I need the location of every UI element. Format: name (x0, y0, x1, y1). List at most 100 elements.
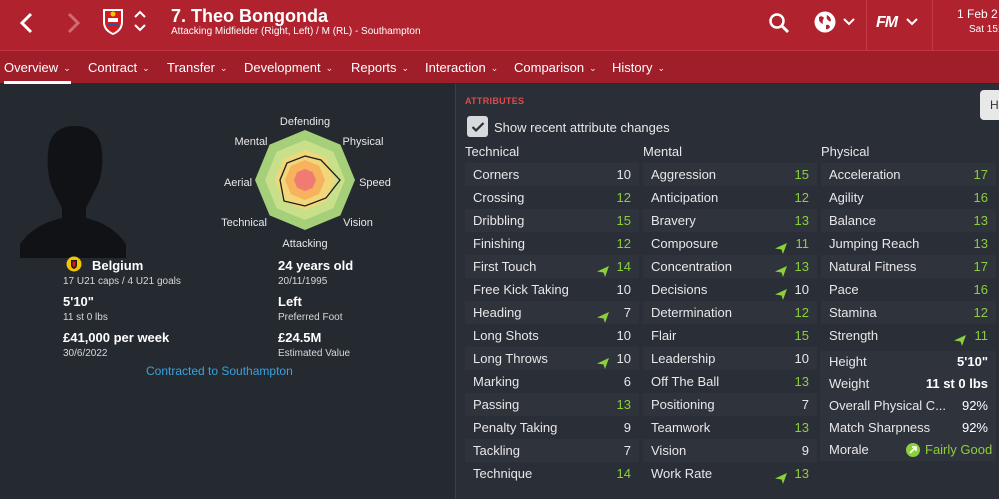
info-row-weight: Weight 11 st 0 lbs (820, 373, 996, 395)
fm-logo[interactable]: FM (876, 14, 898, 32)
nationality[interactable]: Belgium (92, 258, 143, 273)
attribute-row[interactable]: Tackling 7 (465, 439, 639, 462)
attribute-row[interactable]: Penalty Taking 9 (465, 416, 639, 439)
attribute-value: 16 (973, 190, 988, 205)
attribute-row[interactable]: Bravery 13 (643, 209, 817, 232)
attribute-row[interactable]: First Touch 14 (465, 255, 639, 278)
attribute-row[interactable]: Natural Fitness 17 (821, 255, 996, 278)
show-changes-checkbox[interactable] (467, 116, 488, 137)
attribute-name: Heading (473, 305, 522, 320)
tab-comparison[interactable]: Comparison ⌄ (514, 51, 597, 84)
attribute-name: Balance (829, 213, 876, 228)
radar-label-mental: Mental (234, 136, 268, 148)
attribute-value: 12 (616, 190, 631, 205)
attribute-row[interactable]: Strength 11 (821, 324, 996, 347)
attribute-value: 13 (973, 236, 988, 251)
chevron-down-icon[interactable] (133, 22, 147, 34)
attribute-name: Flair (651, 328, 677, 343)
attribute-name: Marking (473, 374, 520, 389)
attribute-row[interactable]: Flair 15 (643, 324, 817, 347)
forward-arrow-icon[interactable] (62, 11, 86, 35)
tab-transfer[interactable]: Transfer ⌄ (167, 51, 227, 84)
attribute-row[interactable]: Positioning 7 (643, 393, 817, 416)
attribute-row[interactable]: Work Rate 13 (643, 462, 817, 485)
info-value: 11 st 0 lbs (925, 376, 988, 391)
attribute-row[interactable]: Dribbling 15 (465, 209, 639, 232)
attribute-value: 15 (794, 328, 809, 343)
attribute-row[interactable]: Crossing 12 (465, 186, 639, 209)
attribute-row[interactable]: Decisions 10 (643, 278, 817, 301)
attribute-row[interactable]: Corners 10 (465, 163, 639, 186)
show-changes-label[interactable]: Show recent attribute changes (494, 120, 670, 135)
attributes-section-title: ATTRIBUTES (465, 96, 525, 106)
attribute-row[interactable]: Determination 12 (643, 301, 817, 324)
game-date[interactable]: 1 Feb 2 (957, 7, 998, 21)
info-label: Weight (829, 376, 870, 391)
attribute-row[interactable]: Passing 13 (465, 393, 639, 416)
attribute-row[interactable]: Concentration 13 (643, 255, 817, 278)
attribute-row[interactable]: Vision 9 (643, 439, 817, 462)
attribute-row[interactable]: Long Throws 10 (465, 347, 639, 370)
tab-reports[interactable]: Reports ⌄ (351, 51, 409, 84)
attribute-row[interactable]: Pace 16 (821, 278, 996, 301)
attribute-value: 13 (794, 420, 809, 435)
checkmark-icon (471, 121, 484, 132)
globe-icon[interactable] (812, 9, 838, 35)
attribute-row[interactable]: Off The Ball 13 (643, 370, 817, 393)
back-arrow-icon[interactable] (14, 11, 38, 35)
attribute-row[interactable]: Leadership 10 (643, 347, 817, 370)
attribute-increase-arrow-icon (597, 307, 609, 323)
tab-label: History (612, 60, 653, 75)
club-crest-icon[interactable] (100, 6, 126, 36)
attribute-value: 11 (974, 328, 989, 343)
attribute-row[interactable]: Composure 11 (643, 232, 817, 255)
chevron-up-icon[interactable] (133, 8, 147, 20)
attribute-row[interactable]: Aggression 15 (643, 163, 817, 186)
chevron-down-icon: ⌄ (142, 63, 150, 73)
attribute-row[interactable]: Technique 14 (465, 462, 639, 485)
date-of-birth: 20/11/1995 (278, 276, 328, 287)
tab-contract[interactable]: Contract ⌄ (88, 51, 150, 84)
attribute-value: 10 (616, 328, 631, 343)
side-panel-button[interactable]: H (980, 90, 999, 120)
attribute-value: 13 (794, 213, 809, 228)
attribute-row[interactable]: Heading 7 (465, 301, 639, 324)
radar-label-vision: Vision (343, 217, 373, 229)
attribute-row[interactable]: Anticipation 12 (643, 186, 817, 209)
attribute-increase-arrow-icon (954, 330, 966, 346)
attribute-value: 12 (794, 190, 809, 205)
fm-menu-chevron-icon[interactable] (905, 15, 919, 29)
attribute-row[interactable]: Acceleration 17 (821, 163, 996, 186)
attribute-row[interactable]: Marking 6 (465, 370, 639, 393)
radar-label-speed: Speed (359, 177, 391, 189)
contract-status-link[interactable]: Contracted to Southampton (146, 364, 293, 378)
attribute-row[interactable]: Long Shots 10 (465, 324, 639, 347)
attribute-row[interactable]: Teamwork 13 (643, 416, 817, 439)
attribute-row[interactable]: Agility 16 (821, 186, 996, 209)
player-wage: £41,000 per week (63, 330, 170, 345)
belgium-flag-icon (66, 256, 82, 272)
info-row-morale: Morale Fairly Good (820, 439, 996, 461)
attribute-name: Vision (651, 443, 687, 458)
attribute-row[interactable]: Jumping Reach 13 (821, 232, 996, 255)
info-row-match-sharpness: Match Sharpness 92% (820, 417, 996, 439)
attribute-row[interactable]: Free Kick Taking 10 (465, 278, 639, 301)
tab-overview[interactable]: Overview ⌄ (4, 51, 71, 84)
attribute-value: 12 (794, 305, 809, 320)
attribute-row[interactable]: Finishing 12 (465, 232, 639, 255)
tab-development[interactable]: Development ⌄ (244, 51, 333, 84)
chevron-down-icon: ⌄ (325, 63, 334, 73)
preferred-foot-label: Preferred Foot (278, 312, 343, 323)
globe-dropdown-chevron-icon[interactable] (842, 15, 856, 29)
tab-interaction[interactable]: Interaction ⌄ (425, 51, 498, 84)
attribute-increase-arrow-icon (775, 261, 787, 277)
estimated-value-label: Estimated Value (278, 348, 351, 359)
attribute-row[interactable]: Balance 13 (821, 209, 996, 232)
attribute-name: Aggression (651, 167, 717, 182)
attribute-value: 15 (794, 167, 809, 182)
attribute-row[interactable]: Stamina 12 (821, 301, 996, 324)
search-icon[interactable] (766, 10, 792, 36)
tab-label: Development (244, 60, 321, 75)
attribute-name: Jumping Reach (829, 236, 920, 251)
tab-history[interactable]: History ⌄ (612, 51, 665, 84)
